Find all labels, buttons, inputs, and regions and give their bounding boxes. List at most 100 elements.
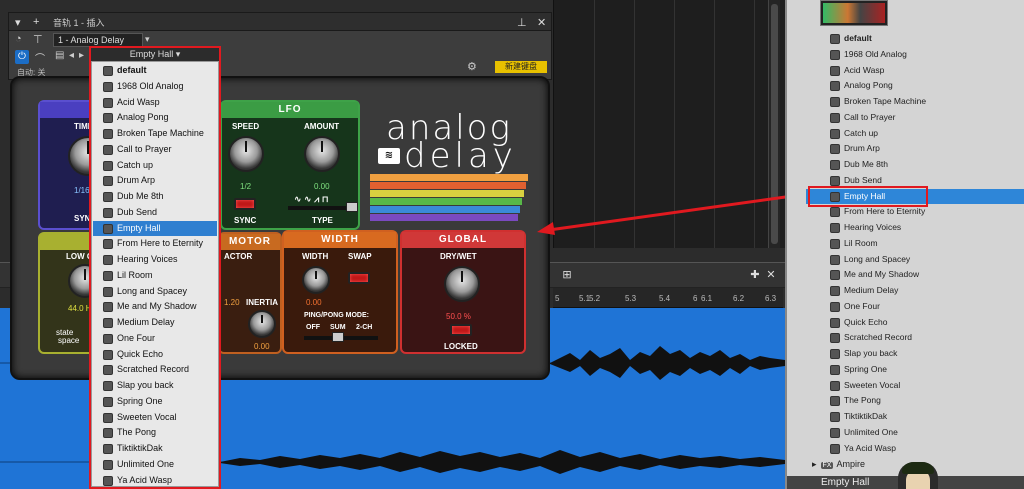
stripe-red — [370, 182, 526, 189]
locked-button[interactable] — [450, 324, 472, 336]
motor-factor-value: 1.20 — [224, 298, 240, 307]
folder-label: Ampire — [836, 459, 865, 469]
space-label: space — [58, 336, 80, 345]
preset-icon — [830, 223, 840, 233]
preset-icon — [830, 301, 840, 312]
plugin-thumbnail — [820, 0, 888, 26]
browser-item[interactable]: TiktiktikDak — [806, 409, 1024, 425]
track-insert-title: 音轨 1 - 插入 — [53, 18, 105, 28]
ruler-tick: 5 — [555, 294, 560, 303]
add-icon[interactable]: + — [33, 16, 39, 28]
browser-item[interactable]: The Pong — [806, 393, 1024, 409]
browser-item[interactable]: One Four — [806, 299, 1024, 315]
swap-button[interactable] — [348, 272, 370, 284]
motor-inertia-value: 0.00 — [254, 342, 270, 351]
lfo-amount-knob[interactable] — [304, 136, 340, 172]
chevron-down-icon[interactable]: ▾ — [15, 16, 21, 29]
motor-panel: MOTOR ACTOR 1.20 INERTIA 0.00 — [218, 232, 282, 354]
browser-item-label: Spring One — [844, 363, 887, 374]
browser-item-label: Quick Echo — [844, 316, 888, 327]
pingpong-handle[interactable] — [332, 332, 344, 342]
browser-item[interactable]: Unlimited One — [806, 425, 1024, 441]
browser-item[interactable]: 1968 Old Analog — [806, 47, 1024, 63]
pin-icon[interactable]: ✚ — [748, 268, 762, 282]
browser-item-label: Dub Send — [844, 174, 882, 185]
browser-item[interactable]: Ya Acid Wasp — [806, 441, 1024, 457]
preset-icon — [830, 270, 840, 281]
pingpong-2ch[interactable]: 2-CH — [356, 324, 372, 331]
browser-item[interactable]: Medium Delay — [806, 283, 1024, 299]
browser-folder-ampire[interactable]: ▸ FX Ampire — [812, 459, 865, 470]
lfo-title: LFO — [222, 102, 358, 118]
ruler-tick: 5.4 — [659, 294, 671, 303]
motor-factor-label: ACTOR — [224, 252, 253, 261]
browser-item[interactable]: Me and My Shadow — [806, 267, 1024, 283]
lfo-speed-label: SPEED — [232, 122, 260, 131]
preset-icon — [830, 380, 840, 391]
avatar-hair — [902, 462, 934, 474]
motor-inertia-knob[interactable] — [248, 310, 276, 338]
lfo-type-handle[interactable] — [346, 202, 358, 212]
insert-selector[interactable]: 1 - Analog Delay — [53, 33, 143, 47]
compare-icon[interactable]: ⌒ — [35, 50, 45, 65]
browser-item-label: default — [844, 33, 872, 43]
browser-item[interactable]: Slap you back — [806, 346, 1024, 362]
browser-item[interactable]: Lil Room — [806, 236, 1024, 252]
preset-icon — [830, 443, 840, 454]
browser-item[interactable]: Long and Spacey — [806, 252, 1024, 268]
lfo-sync-button[interactable] — [234, 198, 256, 210]
browser-item-label: The Pong — [844, 395, 881, 406]
browser-item-label: Long and Spacey — [844, 253, 911, 264]
browser-item[interactable]: Dub Me 8th — [806, 157, 1024, 173]
global-title: GLOBAL — [402, 232, 524, 248]
chevron-down-icon[interactable]: ▾ — [145, 34, 150, 45]
timeline-ruler[interactable]: 5 5.1 5.2 5.3 5.4 6 6.1 6.2 6.3 — [553, 288, 783, 308]
browser-item[interactable]: default — [806, 31, 1024, 47]
browser-item[interactable]: Hearing Voices — [806, 220, 1024, 236]
gear-icon[interactable]: ⚙ — [467, 60, 477, 73]
preset-icon — [830, 128, 840, 139]
lfo-amount-label: AMOUNT — [304, 122, 340, 131]
preset-icon — [830, 175, 840, 186]
knob-icon[interactable]: ◔ — [15, 33, 22, 45]
browser-item[interactable]: Spring One — [806, 362, 1024, 378]
browser-item[interactable]: Call to Prayer — [806, 110, 1024, 126]
width-label: WIDTH — [302, 252, 329, 261]
drywet-value: 50.0 % — [446, 312, 471, 321]
pingpong-off[interactable]: OFF — [306, 324, 320, 331]
browser-item-label: Call to Prayer — [844, 111, 896, 122]
browser-item[interactable]: Analog Pong — [806, 78, 1024, 94]
browser-item[interactable]: Scratched Record — [806, 330, 1024, 346]
preset-file-icon[interactable]: ▤ — [55, 50, 64, 61]
browser-item-label: Medium Delay — [844, 285, 899, 295]
browser-item-label: Ya Acid Wasp — [844, 442, 896, 453]
power-button[interactable]: ⏻ — [15, 50, 29, 64]
browser-item[interactable]: Drum Arp — [806, 141, 1024, 157]
browser-item[interactable]: Broken Tape Machine — [806, 94, 1024, 110]
prev-arrow-icon[interactable]: ◂ — [69, 50, 74, 61]
width-knob[interactable] — [302, 266, 330, 294]
lfo-speed-knob[interactable] — [228, 136, 264, 172]
browser-item-label: Dub Me 8th — [844, 159, 888, 169]
ruler-tick: 6.3 — [765, 294, 777, 303]
browser-item-label: Slap you back — [844, 348, 898, 358]
routing-icon[interactable]: ⊤ — [33, 33, 43, 46]
preset-icon — [830, 254, 840, 265]
close-icon[interactable]: ✕ — [537, 16, 546, 29]
pin-icon[interactable]: ⊥ — [517, 16, 527, 29]
browser-item[interactable]: Acid Wasp — [806, 63, 1024, 79]
browser-item-label: Hearing Voices — [844, 222, 902, 232]
preset-icon — [830, 97, 840, 107]
next-arrow-icon[interactable]: ▸ — [79, 50, 84, 61]
new-keyboard-button[interactable]: 新建键盘 — [495, 61, 547, 73]
preset-icon — [830, 144, 840, 155]
drywet-knob[interactable] — [444, 266, 480, 302]
browser-item-label: Acid Wasp — [844, 64, 885, 75]
close-icon[interactable]: ✕ — [764, 268, 778, 282]
preset-icon — [830, 333, 840, 344]
browser-item[interactable]: Quick Echo — [806, 315, 1024, 331]
tool-icon[interactable]: ⊞ — [560, 268, 574, 282]
browser-item[interactable]: Sweeten Vocal — [806, 378, 1024, 394]
browser-item[interactable]: Catch up — [806, 126, 1024, 142]
pingpong-sum[interactable]: SUM — [330, 324, 346, 331]
